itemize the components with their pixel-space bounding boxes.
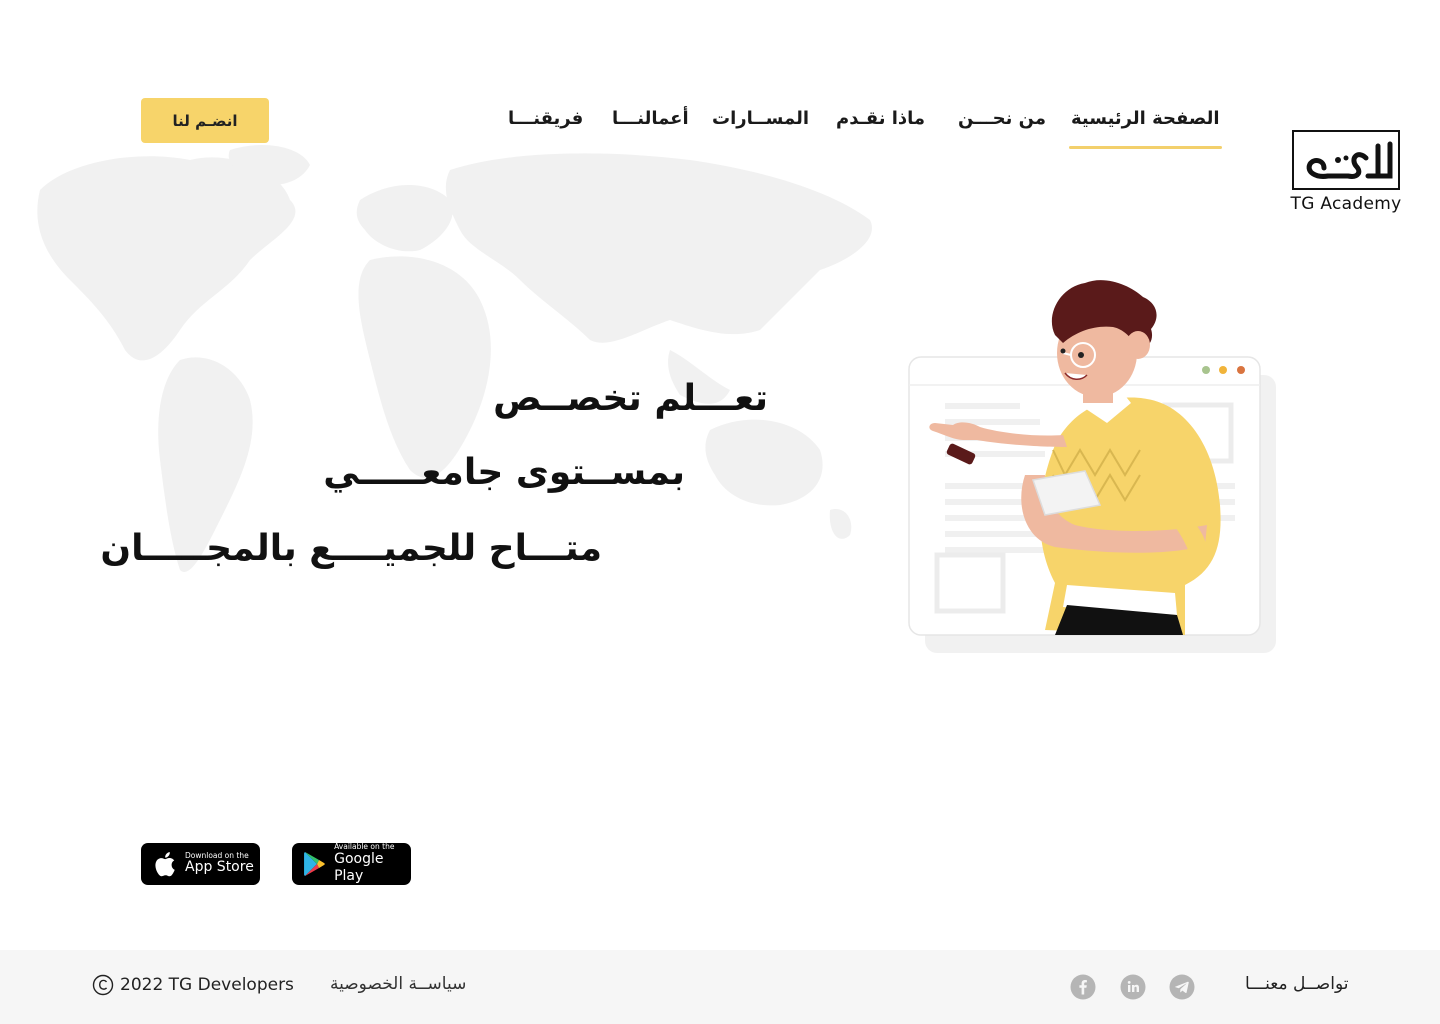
facebook-icon[interactable] (1070, 974, 1096, 1000)
footer: 2022 TG Developers سياســة الخصوصية تواص… (0, 950, 1440, 1024)
nav-item-works[interactable]: أعمالنـــا (612, 108, 689, 129)
privacy-policy-link[interactable]: سياســة الخصوصية (330, 974, 466, 994)
telegram-icon[interactable] (1169, 974, 1195, 1000)
google-play-icon (304, 852, 325, 876)
logo-text: TG Academy (1290, 194, 1402, 214)
google-play-small-text: Available on the (334, 842, 395, 852)
linkedin-icon[interactable] (1120, 974, 1146, 1000)
main-nav: فريقنـــا أعمالنـــا المســارات ماذا نقـ… (500, 108, 1230, 158)
hero-line-2: بمســتوى جامعـــــي (323, 452, 685, 493)
copyright: 2022 TG Developers (92, 974, 294, 996)
copyright-icon (92, 974, 114, 996)
app-store-badge[interactable]: Download on the App Store (141, 843, 260, 885)
nav-item-tracks[interactable]: المســارات (712, 108, 809, 129)
logo[interactable]: TG Academy (1290, 130, 1402, 220)
apple-icon (155, 852, 175, 877)
logo-calligraphy (1306, 141, 1393, 179)
hero-line-3: متـــاح للجميــــع بالمجـــــان (100, 528, 602, 569)
nav-item-about[interactable]: من نحـــن (958, 108, 1046, 129)
nav-item-services[interactable]: ماذا نقـدم (836, 108, 925, 129)
logo-frame (1292, 130, 1400, 190)
join-us-button[interactable]: انضـم لنا (141, 98, 269, 143)
nav-item-home[interactable]: الصفحة الرئيسية (1069, 108, 1222, 149)
google-play-badge[interactable]: Available on the Google Play (292, 843, 411, 885)
hero-illustration (908, 280, 1276, 653)
contact-us-link[interactable]: تواصــل معنـــا (1245, 974, 1348, 994)
app-store-label: App Store (185, 859, 254, 876)
nav-item-team[interactable]: فريقنـــا (508, 108, 583, 129)
app-store-small-text: Download on the (185, 850, 249, 860)
hero-line-1: تعـــلم تخصــص (493, 378, 768, 419)
google-play-label: Google Play (334, 850, 384, 884)
copyright-text: 2022 TG Developers (120, 975, 294, 995)
